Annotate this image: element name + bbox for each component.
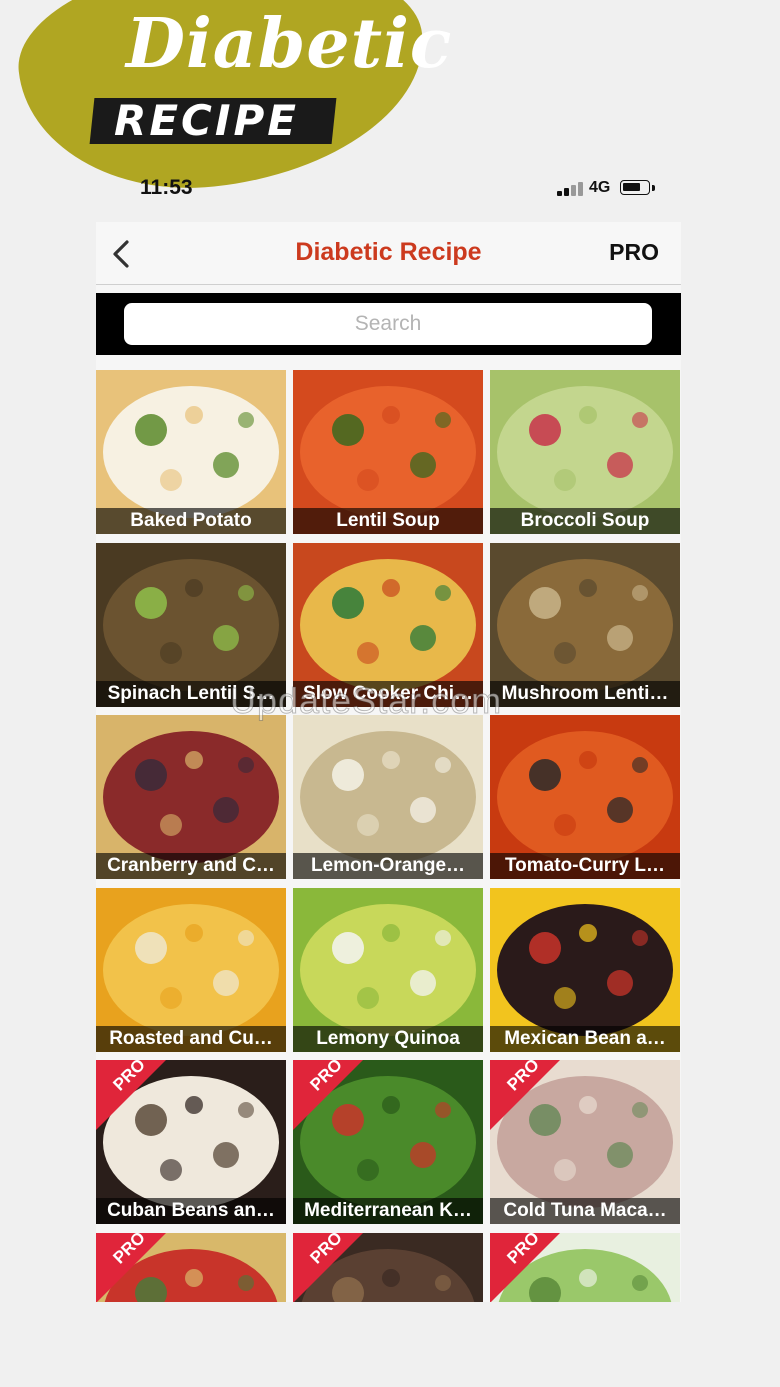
recipe-title: Cuban Beans an…	[96, 1198, 286, 1224]
recipe-title: Baked Potato	[96, 508, 286, 534]
recipe-tile[interactable]: Tomato-Curry L…	[490, 715, 680, 879]
recipe-tile[interactable]: Spinach Lentil S…	[96, 542, 286, 707]
recipe-tile[interactable]: Lentil Soup	[293, 370, 483, 534]
recipe-title: Spinach Lentil S…	[96, 680, 286, 707]
battery-nub	[652, 185, 655, 191]
recipe-tile[interactable]: PRO	[490, 1232, 680, 1302]
recipe-title: Lemony Quinoa	[293, 1025, 483, 1052]
recipe-tile[interactable]: Slow Cooker Chi…	[293, 542, 483, 707]
recipe-tile[interactable]: Mushroom Lenti…	[490, 542, 680, 707]
recipe-title: Lemon-Orange…	[293, 853, 483, 879]
recipe-tile[interactable]: Roasted and Cu…	[96, 887, 286, 1052]
recipe-tile[interactable]: Broccoli Soup	[490, 370, 680, 534]
navigation-bar: Diabetic Recipe PRO	[96, 222, 681, 285]
pro-ribbon-icon: PRO	[490, 1232, 560, 1302]
recipe-tile[interactable]: Baked Potato	[96, 370, 286, 534]
cellular-signal-icon	[557, 181, 585, 196]
recipe-tile[interactable]: PRO Cuban Beans an…	[96, 1060, 286, 1224]
search-input[interactable]	[124, 303, 652, 345]
recipe-tile[interactable]: PRO Cold Tuna Maca…	[490, 1060, 680, 1224]
promo-bar-word: RECIPE	[114, 96, 299, 145]
recipe-tile[interactable]: Lemony Quinoa	[293, 887, 483, 1052]
recipe-tile[interactable]: PRO	[96, 1232, 286, 1302]
recipe-title: Cranberry and C…	[96, 853, 286, 879]
recipe-title: Mediterranean K…	[293, 1198, 483, 1224]
pro-button[interactable]: PRO	[609, 239, 659, 266]
recipe-title: Slow Cooker Chi…	[293, 680, 483, 707]
recipe-tile[interactable]: PRO	[293, 1232, 483, 1302]
recipe-tile[interactable]: PRO Mediterranean K…	[293, 1060, 483, 1224]
network-type: 4G	[589, 179, 611, 196]
recipe-title: Lentil Soup	[293, 508, 483, 534]
promo-badge: Diabetic RECIPE	[0, 0, 451, 206]
recipe-title: Tomato-Curry L…	[490, 853, 680, 879]
status-time: 11:53	[140, 176, 193, 199]
pro-ribbon-icon: PRO	[96, 1060, 166, 1130]
recipe-title: Mexican Bean a…	[490, 1025, 680, 1052]
recipe-title: Broccoli Soup	[490, 508, 680, 534]
app-screen: Diabetic Recipe PRO Baked Potato Lentil S…	[96, 222, 681, 1302]
recipe-tile[interactable]: Lemon-Orange…	[293, 715, 483, 879]
promo-script-word: Diabetic	[126, 4, 453, 84]
pro-ribbon-icon: PRO	[293, 1060, 363, 1130]
page-title: Diabetic Recipe	[295, 238, 482, 266]
search-bar	[96, 293, 681, 355]
pro-ribbon-icon: PRO	[96, 1232, 166, 1302]
pro-ribbon-icon: PRO	[490, 1060, 560, 1130]
recipe-tile[interactable]: Mexican Bean a…	[490, 887, 680, 1052]
recipe-title: Mushroom Lenti…	[490, 680, 680, 707]
recipe-tile[interactable]: Cranberry and C…	[96, 715, 286, 879]
recipe-title: Cold Tuna Maca…	[490, 1198, 680, 1224]
battery-icon	[620, 180, 650, 195]
pro-ribbon-icon: PRO	[293, 1232, 363, 1302]
recipe-title: Roasted and Cu…	[96, 1025, 286, 1052]
